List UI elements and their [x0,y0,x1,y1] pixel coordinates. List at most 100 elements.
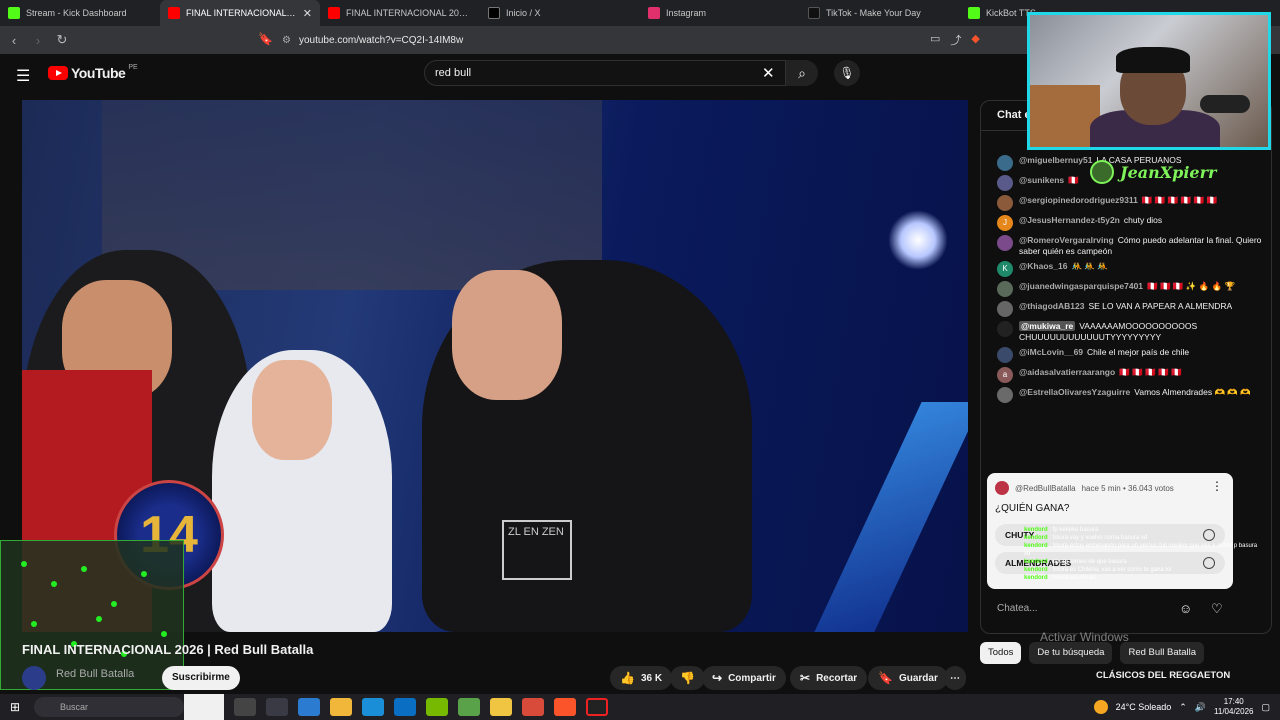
notification-icon[interactable]: ▢ [1261,702,1270,713]
x-icon [488,7,500,19]
save-button[interactable]: 🔖 Guardar [868,666,948,690]
chat-avatar[interactable] [997,175,1013,191]
chat-author[interactable]: @JesusHernandez-t5y2n [1019,215,1120,225]
clip-button[interactable]: ✂ Recortar [790,666,868,690]
tab-tiktok[interactable]: TikTok - Make Your Day [800,0,960,26]
video-title: FINAL INTERNACIONAL 2026 | Red Bull Bata… [22,642,314,657]
chat-avatar[interactable] [997,347,1013,363]
tab-instagram[interactable]: Instagram [640,0,800,26]
chat-avatar[interactable] [997,387,1013,403]
tab-x[interactable]: Inicio / X [480,0,640,26]
brave-shield-icon[interactable]: ◆ [971,32,979,48]
chat-author[interactable]: @sunikens [1019,175,1064,185]
chat-avatar[interactable] [997,235,1013,251]
chip-all[interactable]: Todos [980,642,1022,664]
chat-author[interactable]: @juanedwingasparquispe7401 [1019,281,1143,291]
chat-author[interactable]: @aidasalvatierraarango [1019,367,1115,377]
chat-input[interactable]: Chatea... [997,603,1187,614]
webcam-overlay [1027,12,1271,150]
red-app-icon[interactable] [522,698,544,716]
back-icon[interactable]: ‹ [4,33,24,48]
voice-search-button[interactable]: 🎙 [834,60,860,86]
file-explorer-icon[interactable] [490,698,512,716]
thumbs-up-icon: 👍 [620,671,635,685]
mail-icon[interactable] [394,698,416,716]
cast-icon[interactable]: ▭ [930,32,940,48]
more-actions-button[interactable]: ⋯ [944,666,966,690]
tab-youtube-final-2[interactable]: FINAL INTERNACIONAL 2026 | Red [320,0,480,26]
chat-avatar[interactable]: J [997,215,1013,231]
channel-avatar[interactable] [22,666,46,690]
taskbar-search[interactable]: Buscar [34,697,184,717]
minimap-dot [31,621,37,627]
task-view-icon[interactable] [266,698,288,716]
site-info-icon[interactable]: ⚙ [282,35,291,46]
search-input[interactable]: red bull [424,60,786,86]
subscribe-button[interactable]: Suscribirme [162,666,240,690]
clock[interactable]: 17:40 11/04/2026 [1214,697,1253,717]
speed-app-icon[interactable] [298,698,320,716]
address-actions: ▭ ⤴ ◆ [930,32,980,48]
channel-name[interactable]: Red Bull Batalla [56,668,134,680]
chat-author[interactable]: @EstrellaOlivaresYzaguirre [1019,387,1130,397]
chat-author[interactable]: @sergiopinedorodriguez9311 [1019,195,1138,205]
minimap-dot [161,631,167,637]
nvidia-icon[interactable] [426,698,448,716]
share-page-icon[interactable]: ⤴ [950,32,961,48]
brave-icon[interactable] [554,698,576,716]
chat-avatar[interactable] [997,321,1013,337]
chat-avatar[interactable] [997,155,1013,171]
heart-icon[interactable]: ♡ [1211,601,1223,617]
url-field[interactable]: ⚙ youtube.com/watch?v=CQ2I-14IM8w [282,31,982,49]
related-video-title[interactable]: CLÁSICOS DEL REGGAETON [1096,670,1230,681]
share-button[interactable]: ↪ Compartir [702,666,786,690]
share-icon: ↪ [712,671,723,685]
chat-message: @iMcLovin__69 Chile el mejor país de chil… [981,345,1271,365]
emoji-icon[interactable]: ☺ [1179,601,1192,616]
youtube-logo[interactable]: YouTube PE [48,64,138,81]
taskbar-widget[interactable] [184,694,224,720]
chat-author[interactable]: @miguelbernuy51 [1019,155,1092,165]
chat-avatar[interactable]: K [997,261,1013,277]
webcam-hair [1116,47,1190,73]
minecraft-icon[interactable] [458,698,480,716]
volume-icon[interactable]: 🔊 [1195,702,1206,713]
tray-chevron-icon[interactable]: ⌃ [1179,702,1187,713]
more-icon: ⋯ [950,672,960,684]
chat-text: SE LO VAN A PAPEAR A ALMENDRA [1088,301,1233,311]
chat-author[interactable]: @mukiwa_re [1019,321,1076,331]
weather-text[interactable]: 24°C Soleado [1116,702,1172,712]
chat-text: 🇵🇪 🇵🇪 🇵🇪 ✨ 🔥 🔥 🏆 [1147,281,1236,291]
store-icon[interactable] [330,698,352,716]
windows-start-icon[interactable]: ⊞ [0,700,30,714]
chat-avatar[interactable]: a [997,367,1013,383]
cortana-icon[interactable] [234,698,256,716]
chat-avatar[interactable] [997,195,1013,211]
obs-icon[interactable] [586,698,608,716]
search-button[interactable]: ⌕ [786,60,818,86]
bookmark-save-icon: 🔖 [878,671,893,685]
chip-search[interactable]: De tu búsqueda [1029,642,1113,664]
tab-youtube-final[interactable]: FINAL INTERNACIONAL 2026 ✕ [160,0,320,26]
forward-icon[interactable]: › [28,33,48,48]
menu-icon[interactable]: ☰ [16,66,30,86]
chat-avatar[interactable] [997,301,1013,317]
face [252,360,332,460]
chip-channel[interactable]: Red Bull Batalla [1120,642,1205,664]
edge-icon[interactable] [362,698,384,716]
chat-message-body: @EstrellaOlivaresYzaguirre Vamos Almendra… [1019,387,1251,403]
bookmark-icon[interactable]: 🔖 [258,32,273,46]
clear-search-icon[interactable]: ✕ [762,64,775,82]
chat-message-body: @aidasalvatierraarango 🇵🇪 🇵🇪 🇵🇪 🇵🇪 🇵🇪 [1019,367,1182,383]
chat-avatar[interactable] [997,281,1013,297]
tab-kick-dashboard[interactable]: Stream - Kick Dashboard [0,0,160,26]
like-button[interactable]: 👍 36 K [610,666,673,690]
chat-author[interactable]: @iMcLovin__69 [1019,347,1083,357]
reload-icon[interactable]: ↻ [52,32,72,48]
chat-author[interactable]: @Khaos_16 [1019,261,1067,271]
poll-menu-icon[interactable]: ⋮ [1211,479,1223,493]
close-tab-icon[interactable]: ✕ [303,7,312,20]
dislike-button[interactable]: 👎 [670,666,705,690]
chat-author[interactable]: @thiagodAB123 [1019,301,1084,311]
chat-author[interactable]: @RomeroVergaralrving [1019,235,1114,245]
